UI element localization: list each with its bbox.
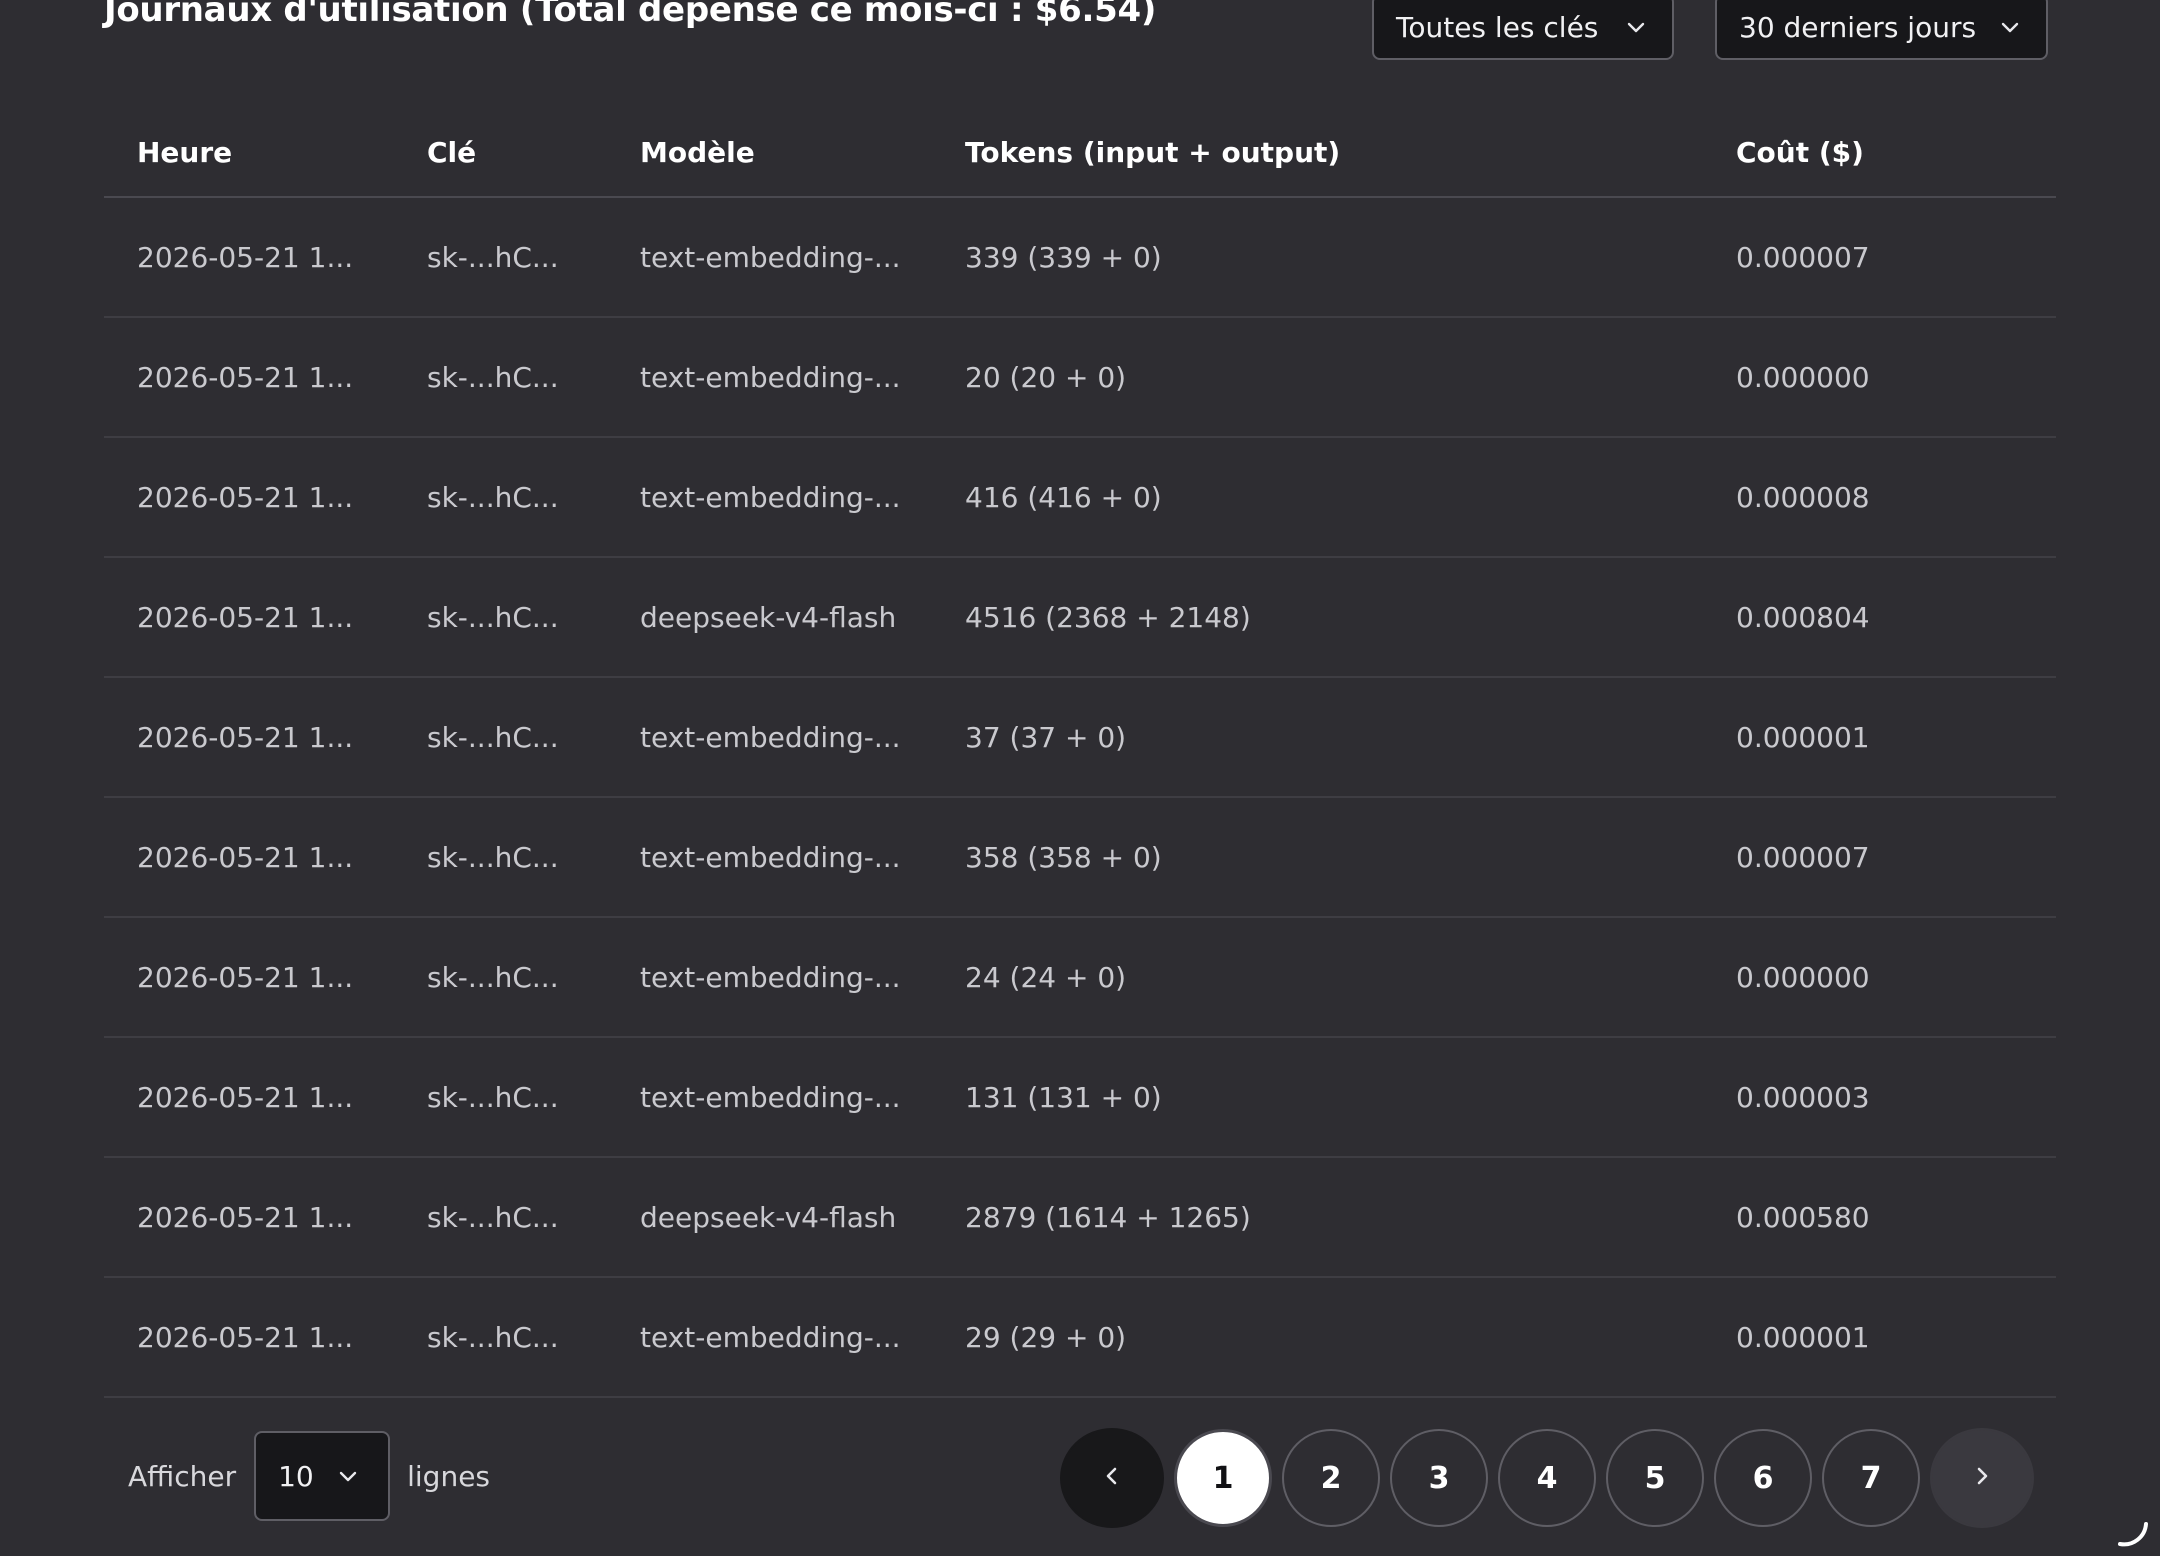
table-row: 2026-05-21 1... sk-...hC... text-embeddi… xyxy=(104,198,2056,318)
previous-page-button[interactable] xyxy=(1060,1428,1164,1528)
cell-key: sk-...hC... xyxy=(427,960,559,994)
cell-model: text-embedding-... xyxy=(640,1320,901,1354)
date-range-label: 30 derniers jours xyxy=(1739,10,1977,44)
cell-model: text-embedding-... xyxy=(640,960,901,994)
chevron-right-icon xyxy=(1970,1461,1994,1496)
page-button-7[interactable]: 7 xyxy=(1822,1429,1920,1527)
date-range-dropdown[interactable]: 30 derniers jours xyxy=(1715,0,2048,60)
table-header: Heure Clé Modèle Tokens (input + output)… xyxy=(104,108,2056,198)
key-filter-dropdown[interactable]: Toutes les clés xyxy=(1372,0,1674,60)
cell-key: sk-...hC... xyxy=(427,480,559,514)
cell-model: text-embedding-... xyxy=(640,1080,901,1114)
page-button-4[interactable]: 4 xyxy=(1498,1429,1596,1527)
cell-tokens: 37 (37 + 0) xyxy=(965,720,1127,754)
cell-time: 2026-05-21 1... xyxy=(137,720,354,754)
table-row: 2026-05-21 1... sk-...hC... deepseek-v4-… xyxy=(104,1158,2056,1278)
column-header-key: Clé xyxy=(427,135,477,169)
cell-tokens: 4516 (2368 + 2148) xyxy=(965,600,1251,634)
usage-logs-page: Journaux d'utilisation (Total dépensé ce… xyxy=(0,0,2160,1556)
chevron-down-icon xyxy=(336,1464,360,1488)
cell-tokens: 24 (24 + 0) xyxy=(965,960,1127,994)
cell-tokens: 339 (339 + 0) xyxy=(965,240,1162,274)
cell-time: 2026-05-21 1... xyxy=(137,1080,354,1114)
column-header-tokens: Tokens (input + output) xyxy=(965,135,1341,169)
page-button-1[interactable]: 1 xyxy=(1174,1429,1272,1527)
table-row: 2026-05-21 1... sk-...hC... deepseek-v4-… xyxy=(104,558,2056,678)
table-row: 2026-05-21 1... sk-...hC... text-embeddi… xyxy=(104,318,2056,438)
cell-cost: 0.000001 xyxy=(1736,1320,1870,1354)
chevron-down-icon xyxy=(1998,15,2022,39)
table-row: 2026-05-21 1... sk-...hC... text-embeddi… xyxy=(104,918,2056,1038)
cell-key: sk-...hC... xyxy=(427,240,559,274)
cell-cost: 0.000000 xyxy=(1736,360,1870,394)
page-button-3[interactable]: 3 xyxy=(1390,1429,1488,1527)
cell-key: sk-...hC... xyxy=(427,600,559,634)
cell-cost: 0.000007 xyxy=(1736,240,1870,274)
cell-key: sk-...hC... xyxy=(427,1080,559,1114)
key-filter-label: Toutes les clés xyxy=(1396,10,1599,44)
column-header-cost: Coût ($) xyxy=(1736,135,1864,169)
cell-model: text-embedding-... xyxy=(640,720,901,754)
cell-cost: 0.000001 xyxy=(1736,720,1870,754)
cell-key: sk-...hC... xyxy=(427,360,559,394)
column-header-time: Heure xyxy=(137,135,233,169)
cell-cost: 0.000000 xyxy=(1736,960,1870,994)
table-row: 2026-05-21 1... sk-...hC... text-embeddi… xyxy=(104,1038,2056,1158)
cell-model: text-embedding-... xyxy=(640,480,901,514)
rows-per-page-suffix: lignes xyxy=(407,1459,491,1493)
spinner-icon xyxy=(2112,1510,2152,1550)
cell-tokens: 131 (131 + 0) xyxy=(965,1080,1162,1114)
cell-key: sk-...hC... xyxy=(427,1320,559,1354)
table-footer: Afficher 10 lignes 1 2 3 4 5 6 7 xyxy=(104,1428,2056,1528)
cell-cost: 0.000580 xyxy=(1736,1200,1870,1234)
cell-key: sk-...hC... xyxy=(427,840,559,874)
cell-cost: 0.000804 xyxy=(1736,600,1870,634)
cell-tokens: 358 (358 + 0) xyxy=(965,840,1162,874)
cell-model: text-embedding-... xyxy=(640,360,901,394)
cell-time: 2026-05-21 1... xyxy=(137,480,354,514)
table-row: 2026-05-21 1... sk-...hC... text-embeddi… xyxy=(104,678,2056,798)
table-row: 2026-05-21 1... sk-...hC... text-embeddi… xyxy=(104,438,2056,558)
chevron-down-icon xyxy=(1624,15,1648,39)
rows-per-page-value: 10 xyxy=(278,1459,314,1493)
cell-time: 2026-05-21 1... xyxy=(137,240,354,274)
rows-per-page-select[interactable]: 10 xyxy=(254,1431,391,1521)
cell-cost: 0.000008 xyxy=(1736,480,1870,514)
table-row: 2026-05-21 1... sk-...hC... text-embeddi… xyxy=(104,798,2056,918)
next-page-button[interactable] xyxy=(1930,1428,2034,1528)
usage-table: Heure Clé Modèle Tokens (input + output)… xyxy=(104,108,2056,1398)
cell-tokens: 2879 (1614 + 1265) xyxy=(965,1200,1251,1234)
cell-model: deepseek-v4-flash xyxy=(640,1200,897,1234)
column-header-model: Modèle xyxy=(640,135,755,169)
cell-time: 2026-05-21 1... xyxy=(137,840,354,874)
page-title: Journaux d'utilisation (Total dépensé ce… xyxy=(104,0,1157,30)
cell-key: sk-...hC... xyxy=(427,1200,559,1234)
cell-tokens: 20 (20 + 0) xyxy=(965,360,1127,394)
cell-time: 2026-05-21 1... xyxy=(137,1320,354,1354)
cell-cost: 0.000007 xyxy=(1736,840,1870,874)
cell-model: deepseek-v4-flash xyxy=(640,600,897,634)
page-button-6[interactable]: 6 xyxy=(1714,1429,1812,1527)
chevron-left-icon xyxy=(1100,1461,1124,1496)
cell-cost: 0.000003 xyxy=(1736,1080,1870,1114)
pagination: 1 2 3 4 5 6 7 xyxy=(1060,1428,2034,1528)
cell-tokens: 29 (29 + 0) xyxy=(965,1320,1127,1354)
cell-time: 2026-05-21 1... xyxy=(137,1200,354,1234)
cell-time: 2026-05-21 1... xyxy=(137,960,354,994)
cell-time: 2026-05-21 1... xyxy=(137,360,354,394)
page-button-2[interactable]: 2 xyxy=(1282,1429,1380,1527)
page-button-5[interactable]: 5 xyxy=(1606,1429,1704,1527)
table-row: 2026-05-21 1... sk-...hC... text-embeddi… xyxy=(104,1278,2056,1398)
cell-key: sk-...hC... xyxy=(427,720,559,754)
cell-time: 2026-05-21 1... xyxy=(137,600,354,634)
cell-model: text-embedding-... xyxy=(640,240,901,274)
rows-per-page-prefix: Afficher xyxy=(128,1459,237,1493)
cell-model: text-embedding-... xyxy=(640,840,901,874)
cell-tokens: 416 (416 + 0) xyxy=(965,480,1162,514)
